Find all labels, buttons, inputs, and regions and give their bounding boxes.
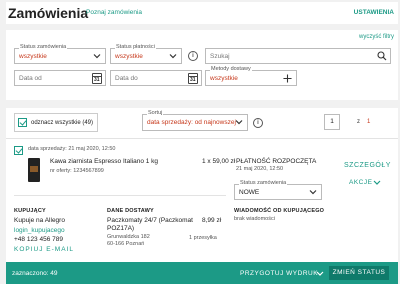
offer-number: nr oferty: 1234567899 xyxy=(50,168,104,174)
chevron-down-icon[interactable] xyxy=(316,270,324,277)
chevron-down-icon xyxy=(93,54,101,59)
sort-value: data sprzedaży: od najnowszej xyxy=(147,119,236,126)
date-to-field[interactable]: Data do 31 xyxy=(110,70,202,86)
page-number-input[interactable]: 1 xyxy=(324,114,340,130)
details-link[interactable]: SZCZEGÓŁY xyxy=(344,162,391,169)
delivery-method-cont: POZ17A) xyxy=(107,225,135,232)
delivery-price: 8,99 zł xyxy=(202,217,222,224)
chevron-down-icon[interactable] xyxy=(373,179,381,186)
filters-panel: wyczyść filtry Status zamówienia wszystk… xyxy=(6,30,398,100)
info-icon[interactable]: i xyxy=(188,51,198,61)
payment-status-select[interactable]: Status płatności wszystkie xyxy=(110,44,182,64)
buyer-login-link[interactable]: login_kupujacego xyxy=(14,227,65,234)
package-count: 1 przesyłka xyxy=(189,235,217,241)
payment-status-heading: PŁATNOŚĆ ROZPOCZĘTA xyxy=(236,158,317,165)
calendar-icon[interactable]: 31 xyxy=(188,73,198,84)
order-status-label: Status zamówienia xyxy=(19,44,68,51)
copy-email-button[interactable]: KOPIUJ E-MAIL xyxy=(14,246,74,253)
page-header: Zamówienia Poznaj zamówienia USTAWIENIA xyxy=(6,2,398,24)
select-all-toggle[interactable]: odznacz wszystkie (49) xyxy=(14,113,98,132)
payment-status-label: Status płatności xyxy=(115,44,156,51)
delivery-address-line1: Grunwaldzka 182 xyxy=(107,234,150,240)
selected-count: zaznaczono: 49 xyxy=(12,270,58,277)
info-icon[interactable]: i xyxy=(253,118,263,128)
prepare-print-button[interactable]: PRZYGOTUJ WYDRUK xyxy=(240,270,318,277)
sort-select[interactable]: Sortuj data sprzedaży: od najnowszej xyxy=(142,110,248,131)
bulk-action-bar: zaznaczono: 49 PRZYGOTUJ WYDRUK ZMIEŃ ST… xyxy=(6,262,398,284)
actions-menu[interactable]: AKCJE xyxy=(349,179,372,186)
select-all-label: odznacz wszystkie (49) xyxy=(31,120,94,126)
date-to-placeholder: Data do xyxy=(115,75,138,82)
buyer-name: Kupuje na Allegro xyxy=(14,217,65,224)
quantity-price: 1 x 59,00 zł xyxy=(202,158,236,165)
buyer-message-heading: WIADOMOŚĆ OD KUPUJĄCEGO xyxy=(234,208,325,214)
calendar-icon[interactable]: 31 xyxy=(92,73,102,84)
buyer-phone: +48 123 456 789 xyxy=(14,236,63,243)
delivery-method-select[interactable]: Metody dostawy wszystkie xyxy=(205,66,297,86)
clear-filters-link[interactable]: wyczyść filtry xyxy=(359,34,394,40)
settings-link[interactable]: USTAWIENIA xyxy=(354,9,394,16)
checkbox-checked-icon[interactable] xyxy=(14,146,23,155)
buyer-heading: KUPUJĄCY xyxy=(14,208,46,214)
date-from-placeholder: Data od xyxy=(19,75,42,82)
orders-list: odznacz wszystkie (49) Sortuj data sprze… xyxy=(6,108,398,284)
divider xyxy=(6,138,398,139)
search-icon[interactable] xyxy=(377,51,387,61)
delivery-address-line2: 60-166 Poznań xyxy=(107,241,145,247)
payment-date: 21 maj 2020, 12:50 xyxy=(236,166,284,172)
page-of-label: z xyxy=(357,119,360,125)
product-name[interactable]: Kawa ziarnista Espresso Italiano 1 kg xyxy=(50,158,158,165)
search-input[interactable]: Szukaj xyxy=(205,48,391,64)
delivery-method-label: Metody dostawy xyxy=(210,66,252,73)
product-thumbnail[interactable] xyxy=(28,158,40,182)
order-status-dropdown-value: NOWE xyxy=(239,189,260,196)
checkbox-checked-icon[interactable] xyxy=(18,118,27,127)
chevron-down-icon xyxy=(235,120,243,125)
search-placeholder: Szukaj xyxy=(210,53,230,60)
delivery-heading: DANE DOSTAWY xyxy=(107,208,154,214)
divider xyxy=(14,195,226,196)
sort-label: Sortuj xyxy=(147,110,164,117)
intro-link[interactable]: Poznaj zamówienia xyxy=(86,9,142,16)
payment-status-value: wszystkie xyxy=(115,53,143,60)
order-status-dropdown[interactable]: Status zamówienia NOWE xyxy=(234,180,322,200)
plus-icon[interactable] xyxy=(283,74,292,83)
page-title: Zamówienia xyxy=(8,5,89,21)
order-status-dropdown-label: Status zamówienia xyxy=(239,180,288,187)
date-from-field[interactable]: Data od 31 xyxy=(14,70,106,86)
order-status-value: wszystkie xyxy=(19,53,47,60)
order-date: data sprzedaży: 21 maj 2020, 12:50 xyxy=(28,146,116,152)
change-status-button[interactable]: ZMIEŃ STATUS xyxy=(329,266,389,280)
delivery-method-value: wszystkie xyxy=(210,75,238,82)
delivery-method: Paczkomaty 24/7 (Paczkomat xyxy=(107,217,193,224)
buyer-message-text: brak wiadomości xyxy=(234,216,275,222)
chevron-down-icon xyxy=(309,190,317,195)
page-total[interactable]: 1 xyxy=(367,119,370,125)
chevron-down-icon xyxy=(169,54,177,59)
order-status-select[interactable]: Status zamówienia wszystkie xyxy=(14,44,106,64)
